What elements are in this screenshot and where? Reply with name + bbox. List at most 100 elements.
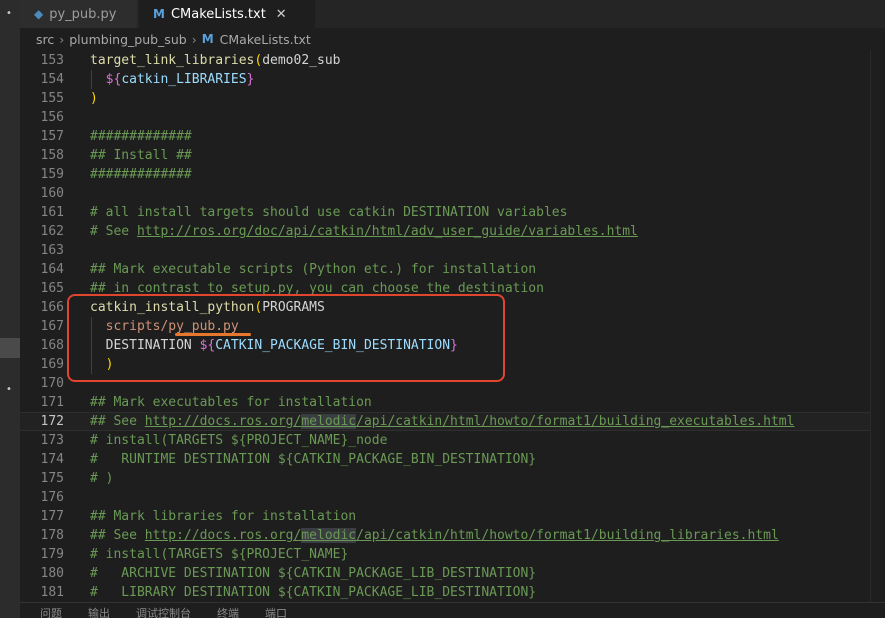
code-text: # ARCHIVE DESTINATION ${CATKIN_PACKAGE_L…	[90, 564, 536, 583]
code-text: )	[90, 89, 98, 108]
code-token: # )	[90, 471, 114, 486]
code-line[interactable]: 168 DESTINATION ${CATKIN_PACKAGE_BIN_DES…	[20, 336, 885, 355]
code-line[interactable]: 157 #############	[20, 127, 885, 146]
line-number: 176	[40, 490, 64, 505]
code-line[interactable]: 175 # )	[20, 469, 885, 488]
activity-marker-icon: •	[6, 384, 12, 395]
tab-py-pub[interactable]: ◆ py_pub.py	[20, 0, 138, 28]
code-token: }	[246, 72, 255, 87]
line-number: 161	[40, 205, 64, 220]
code-token: catkin_LIBRARIES	[121, 72, 247, 87]
line-number: 169	[40, 357, 64, 372]
code-token: DESTINATION	[90, 338, 200, 353]
line-number: 167	[40, 319, 64, 334]
editor-scrollbar[interactable]	[870, 50, 885, 602]
code-line[interactable]: 154 ${catkin_LIBRARIES}	[20, 70, 885, 89]
code-line[interactable]: 156	[20, 108, 885, 127]
panel-tab-debug-console[interactable]: 调试控制台	[136, 603, 191, 618]
code-line[interactable]: 177 ## Mark libraries for installation	[20, 507, 885, 526]
line-number: 157	[40, 129, 64, 144]
code-line[interactable]: 165 ## in contrast to setup.py, you can c…	[20, 279, 885, 298]
code-line[interactable]: 176	[20, 488, 885, 507]
line-number: 153	[40, 53, 64, 68]
code-line[interactable]: 158 ## Install ##	[20, 146, 885, 165]
code-text: ## See http://docs.ros.org/melodic/api/c…	[90, 413, 794, 430]
cmake-icon: M	[201, 32, 214, 46]
code-token: demo02_sub	[262, 53, 341, 68]
code-text: # See http://ros.org/doc/api/catkin/html…	[90, 222, 638, 241]
line-number: 175	[40, 471, 64, 486]
breadcrumb-item-folder[interactable]: plumbing_pub_sub	[69, 32, 186, 47]
panel-tab-output[interactable]: 输出	[88, 603, 110, 618]
activity-item-selected[interactable]	[0, 338, 20, 358]
panel-tab-problems[interactable]: 问题	[40, 603, 62, 618]
code-line[interactable]: 180 # ARCHIVE DESTINATION ${CATKIN_PACKAG…	[20, 564, 885, 583]
code-text: ## See http://docs.ros.org/melodic/api/c…	[90, 526, 779, 545]
code-line[interactable]: 159 #############	[20, 165, 885, 184]
line-number: 162	[40, 224, 64, 239]
code-token: http://docs.ros.org/	[144, 414, 302, 429]
code-line[interactable]: 163	[20, 241, 885, 260]
code-token: ## See	[90, 528, 145, 543]
code-line[interactable]: 172 ## See http://docs.ros.org/melodic/ap…	[20, 412, 885, 431]
code-line[interactable]: 167 scripts/py_pub.py	[20, 317, 885, 336]
code-line[interactable]: 170	[20, 374, 885, 393]
line-number: 171	[40, 395, 64, 410]
code-line[interactable]: 153 target_link_libraries(demo02_sub	[20, 51, 885, 70]
breadcrumb-item-file[interactable]: CMakeLists.txt	[220, 32, 311, 47]
code-line[interactable]: 171 ## Mark executables for installation	[20, 393, 885, 412]
breadcrumb-item-src[interactable]: src	[36, 32, 54, 47]
code-token: # install(TARGETS ${PROJECT_NAME}	[90, 547, 349, 562]
code-text: # )	[90, 469, 113, 488]
code-token: scripts/py_pub.py	[105, 319, 239, 334]
code-line[interactable]: 181 # LIBRARY DESTINATION ${CATKIN_PACKAG…	[20, 583, 885, 602]
line-number: 165	[40, 281, 64, 296]
code-text: ## Mark executables for installation	[90, 393, 372, 412]
code-token: ## Mark executables for installation	[90, 395, 372, 410]
line-number: 166	[40, 300, 64, 315]
code-text: )	[90, 355, 114, 374]
code-line[interactable]: 166 catkin_install_python(PROGRAMS	[20, 298, 885, 317]
line-number: 178	[40, 528, 64, 543]
code-token: # RUNTIME DESTINATION ${CATKIN_PACKAGE_B…	[90, 452, 537, 467]
code-token: melodic	[301, 528, 357, 543]
chevron-right-icon: ›	[191, 31, 197, 47]
code-line[interactable]: 173 # install(TARGETS ${PROJECT_NAME}_nod…	[20, 431, 885, 450]
code-token: PROGRAMS	[262, 300, 325, 315]
code-line[interactable]: 155)	[20, 89, 885, 108]
code-token: }	[450, 338, 458, 353]
code-line[interactable]: 162 # See http://ros.org/doc/api/catkin/h…	[20, 222, 885, 241]
python-icon: ◆	[34, 7, 44, 21]
line-number: 156	[40, 110, 64, 125]
code-text: ${catkin_LIBRARIES}	[90, 70, 255, 89]
line-number: 163	[40, 243, 64, 258]
code-line[interactable]: 164 ## Mark executable scripts (Python et…	[20, 260, 885, 279]
code-token: melodic	[301, 414, 357, 429]
line-number: 160	[40, 186, 64, 201]
line-number: 177	[40, 509, 64, 524]
panel-tab-terminal[interactable]: 终端	[217, 603, 239, 618]
code-token: target_link_libraries	[90, 53, 255, 68]
code-line[interactable]: 161 # all install targets should use catk…	[20, 203, 885, 222]
line-number: 180	[40, 566, 64, 581]
code-token: /api/catkin/html/howto/format1/building_…	[356, 414, 795, 429]
code-line[interactable]: 179 # install(TARGETS ${PROJECT_NAME}	[20, 545, 885, 564]
code-text: DESTINATION ${CATKIN_PACKAGE_BIN_DESTINA…	[90, 336, 458, 355]
code-token: ## Mark executable scripts (Python etc.)…	[90, 262, 537, 277]
code-token: ## See	[90, 414, 145, 429]
line-number: 168	[40, 338, 64, 353]
close-icon[interactable]: ✕	[276, 7, 287, 22]
code-token: )	[105, 357, 114, 372]
code-line[interactable]: 174 # RUNTIME DESTINATION ${CATKIN_PACKAG…	[20, 450, 885, 469]
code-line[interactable]: 160	[20, 184, 885, 203]
code-text: ## Mark executable scripts (Python etc.)…	[90, 260, 536, 279]
code-token: ## Install ##	[90, 148, 192, 163]
tab-cmakelists[interactable]: M CMakeLists.txt ✕	[139, 0, 315, 28]
breadcrumb: src › plumbing_pub_sub › M CMakeLists.tx…	[20, 28, 885, 50]
code-token: http://ros.org/doc/api/catkin/html/adv_u…	[136, 224, 638, 239]
code-editor[interactable]: 153 target_link_libraries(demo02_sub 154 $…	[20, 50, 885, 602]
line-number: 158	[40, 148, 64, 163]
code-line[interactable]: 178 ## See http://docs.ros.org/melodic/ap…	[20, 526, 885, 545]
panel-tab-ports[interactable]: 端口	[265, 603, 287, 618]
code-line[interactable]: 169 )	[20, 355, 885, 374]
